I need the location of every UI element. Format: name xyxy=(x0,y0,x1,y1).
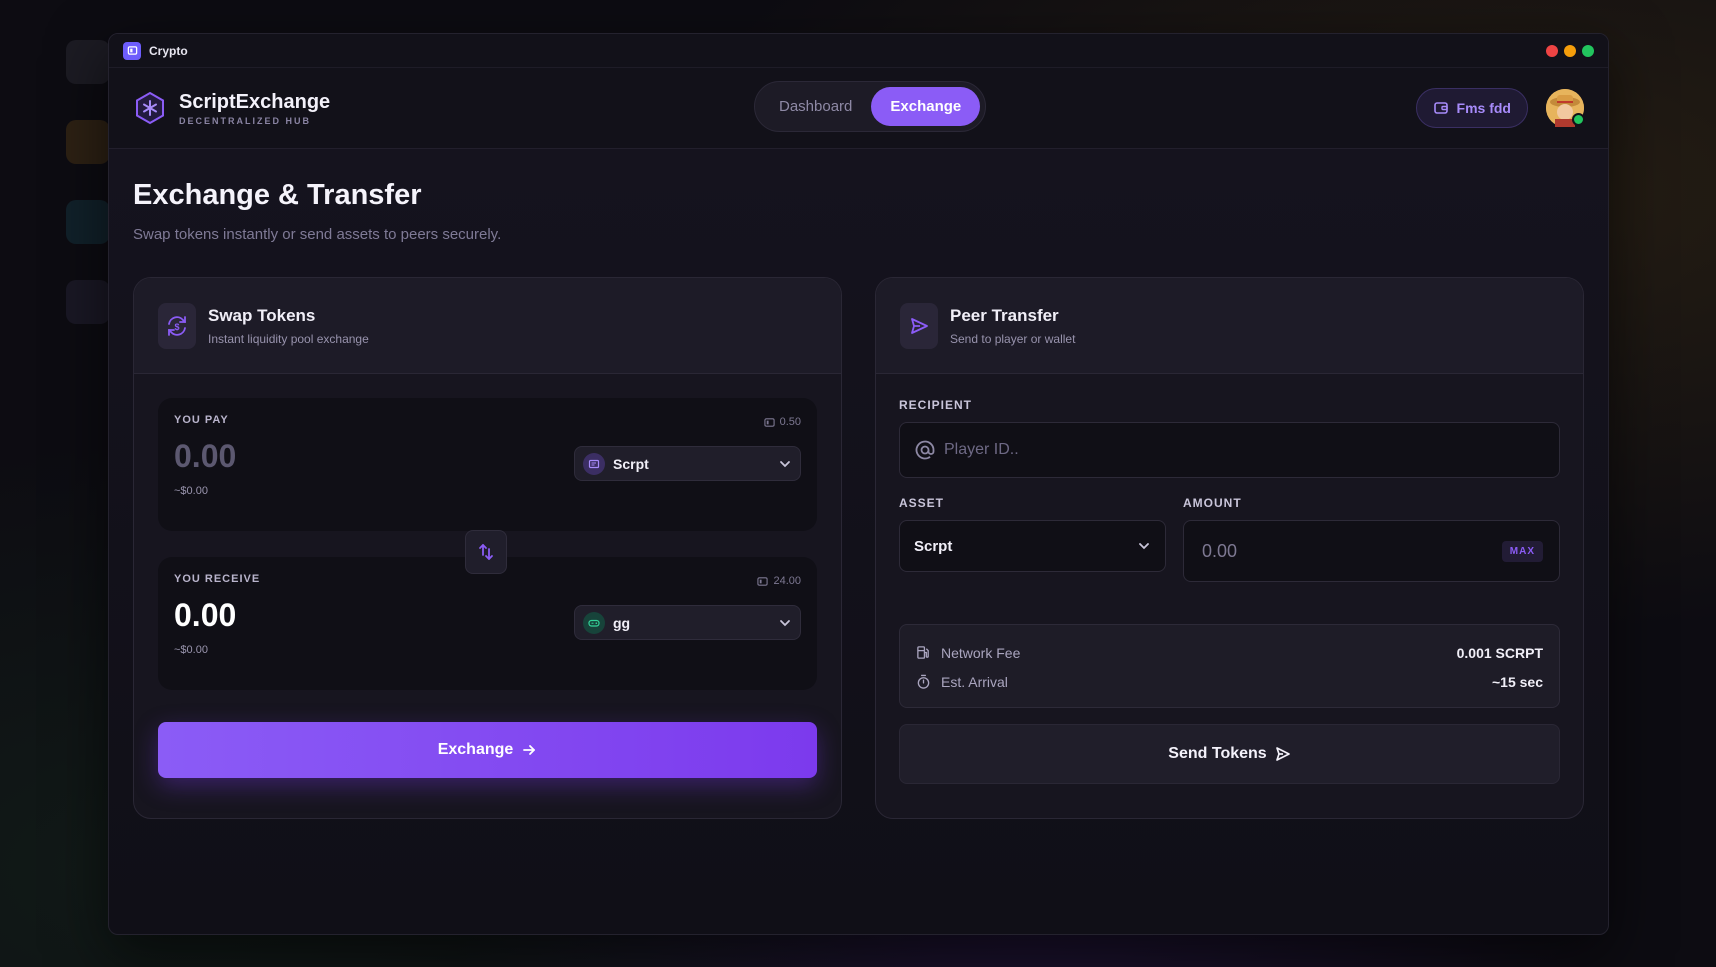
fuel-pump-icon xyxy=(917,646,929,659)
minimize-window-button[interactable] xyxy=(1564,44,1576,57)
asset-select[interactable]: Scrpt xyxy=(899,520,1166,572)
swap-direction-button[interactable] xyxy=(465,530,507,574)
amount-input[interactable] xyxy=(1200,539,1502,563)
send-icon xyxy=(1275,747,1290,761)
receive-balance-value: 24.00 xyxy=(773,575,801,587)
swap-currency-icon: $ xyxy=(158,302,196,349)
page-title: Exchange & Transfer xyxy=(133,179,422,211)
asset-group: ASSET Scrpt xyxy=(899,496,1166,582)
app-header: ScriptExchange DECENTRALIZED HUB Dashboa… xyxy=(109,68,1608,149)
send-icon xyxy=(900,302,938,349)
exchange-button[interactable]: Exchange xyxy=(158,722,817,778)
recipient-field[interactable] xyxy=(899,422,1560,478)
swap-card-subtitle: Instant liquidity pool exchange xyxy=(208,331,369,346)
cards-row: $ Swap Tokens Instant liquidity pool exc… xyxy=(133,277,1584,819)
network-fee-label: Network Fee xyxy=(941,644,1021,661)
swap-card-title: Swap Tokens xyxy=(208,305,316,325)
exchange-button-label: Exchange xyxy=(437,741,514,758)
maximize-window-button[interactable] xyxy=(1582,44,1594,57)
hexagon-logo-icon xyxy=(136,91,164,125)
desktop-app-icon[interactable] xyxy=(66,120,110,164)
chevron-down-icon xyxy=(780,460,790,467)
arrow-right-icon xyxy=(523,745,536,755)
network-fee-row: Network Fee 0.001 SCRPT xyxy=(916,638,1543,667)
avatar[interactable] xyxy=(1546,89,1585,127)
transfer-card-body: RECIPIENT ASSET Scrpt xyxy=(876,374,1583,808)
wallet-icon xyxy=(1433,102,1448,114)
window-title: Crypto xyxy=(149,43,188,58)
swap-card: $ Swap Tokens Instant liquidity pool exc… xyxy=(133,277,842,819)
transfer-card-subtitle: Send to player or wallet xyxy=(950,331,1076,346)
pay-token-select[interactable]: Scrpt xyxy=(574,446,801,481)
desktop-app-icon[interactable] xyxy=(66,280,110,324)
chevron-down-icon xyxy=(1139,543,1149,550)
est-arrival-label: Est. Arrival xyxy=(941,673,1008,690)
stopwatch-icon xyxy=(917,674,930,689)
pay-label: YOU PAY xyxy=(174,414,229,426)
tab-dashboard[interactable]: Dashboard xyxy=(760,87,871,126)
wallet-label: Fms fdd xyxy=(1456,100,1511,116)
close-window-button[interactable] xyxy=(1546,44,1558,57)
app-icon xyxy=(123,41,141,60)
wallet-icon xyxy=(763,417,775,427)
swap-card-header: $ Swap Tokens Instant liquidity pool exc… xyxy=(134,278,841,374)
brand: ScriptExchange DECENTRALIZED HUB xyxy=(179,91,330,126)
asset-label: ASSET xyxy=(899,496,945,510)
main-content: Exchange & Transfer Swap tokens instantl… xyxy=(109,149,1608,915)
recipient-input[interactable] xyxy=(942,440,1545,460)
desktop-app-icon[interactable] xyxy=(66,200,110,244)
transfer-card: Peer Transfer Send to player or wallet R… xyxy=(875,277,1584,819)
page-subtitle: Swap tokens instantly or send assets to … xyxy=(133,226,502,243)
chevron-down-icon xyxy=(780,619,790,626)
receive-balance: 24.00 xyxy=(757,575,801,587)
brand-subtitle: DECENTRALIZED HUB xyxy=(179,115,311,126)
send-tokens-label: Send Tokens xyxy=(1168,745,1267,762)
amount-group: AMOUNT MAX xyxy=(1183,496,1560,582)
receive-usd-value: ~$0.00 xyxy=(174,644,208,656)
wallet-button[interactable]: Fms fdd xyxy=(1415,88,1528,128)
receive-label: YOU RECEIVE xyxy=(174,573,261,585)
online-status-dot xyxy=(1572,113,1585,126)
window-controls xyxy=(1546,44,1594,57)
transfer-card-header: Peer Transfer Send to player or wallet xyxy=(876,278,1583,374)
recipient-label: RECIPIENT xyxy=(899,398,973,412)
swap-card-body: YOU PAY 0.50 0.00 ~$0.00 Scrpt YOU RECEI… xyxy=(134,374,841,802)
send-tokens-button[interactable]: Send Tokens xyxy=(899,724,1560,784)
swap-arrows-icon xyxy=(479,544,493,560)
receive-panel: YOU RECEIVE 24.00 0.00 ~$0.00 gg xyxy=(158,557,817,690)
pay-panel: YOU PAY 0.50 0.00 ~$0.00 Scrpt xyxy=(158,398,817,531)
network-fee-value: 0.001 SCRPT xyxy=(1456,644,1543,661)
svg-text:$: $ xyxy=(174,322,179,332)
desktop-app-icon[interactable] xyxy=(66,40,110,84)
tab-exchange[interactable]: Exchange xyxy=(871,87,981,126)
est-arrival-row: Est. Arrival ~15 sec xyxy=(916,667,1543,696)
window-titlebar[interactable]: Crypto xyxy=(109,34,1608,68)
wallet-icon xyxy=(757,576,769,586)
brand-name: ScriptExchange xyxy=(179,90,331,113)
pay-usd-value: ~$0.00 xyxy=(174,485,208,497)
receive-token-select[interactable]: gg xyxy=(574,605,801,640)
transfer-info-panel: Network Fee 0.001 SCRPT Est. Arrival ~15… xyxy=(899,624,1560,708)
pay-balance: 0.50 xyxy=(763,416,801,428)
script-token-icon xyxy=(583,452,605,475)
amount-label: AMOUNT xyxy=(1183,496,1242,510)
amount-field[interactable]: MAX xyxy=(1183,520,1560,582)
asset-selected-value: Scrpt xyxy=(914,537,953,555)
max-button[interactable]: MAX xyxy=(1501,540,1543,562)
main-nav: Dashboard Exchange xyxy=(754,81,987,132)
gamepad-token-icon xyxy=(583,611,605,634)
pay-token-name: Scrpt xyxy=(613,455,649,472)
est-arrival-value: ~15 sec xyxy=(1492,673,1543,690)
asset-amount-row: ASSET Scrpt AMOUNT MAX xyxy=(899,496,1560,582)
transfer-card-title: Peer Transfer xyxy=(950,305,1059,325)
pay-balance-value: 0.50 xyxy=(779,416,801,428)
app-window: Crypto ScriptExchange DECENTRALIZED HUB … xyxy=(108,33,1609,935)
at-sign-icon xyxy=(915,440,935,460)
receive-token-name: gg xyxy=(613,614,631,631)
